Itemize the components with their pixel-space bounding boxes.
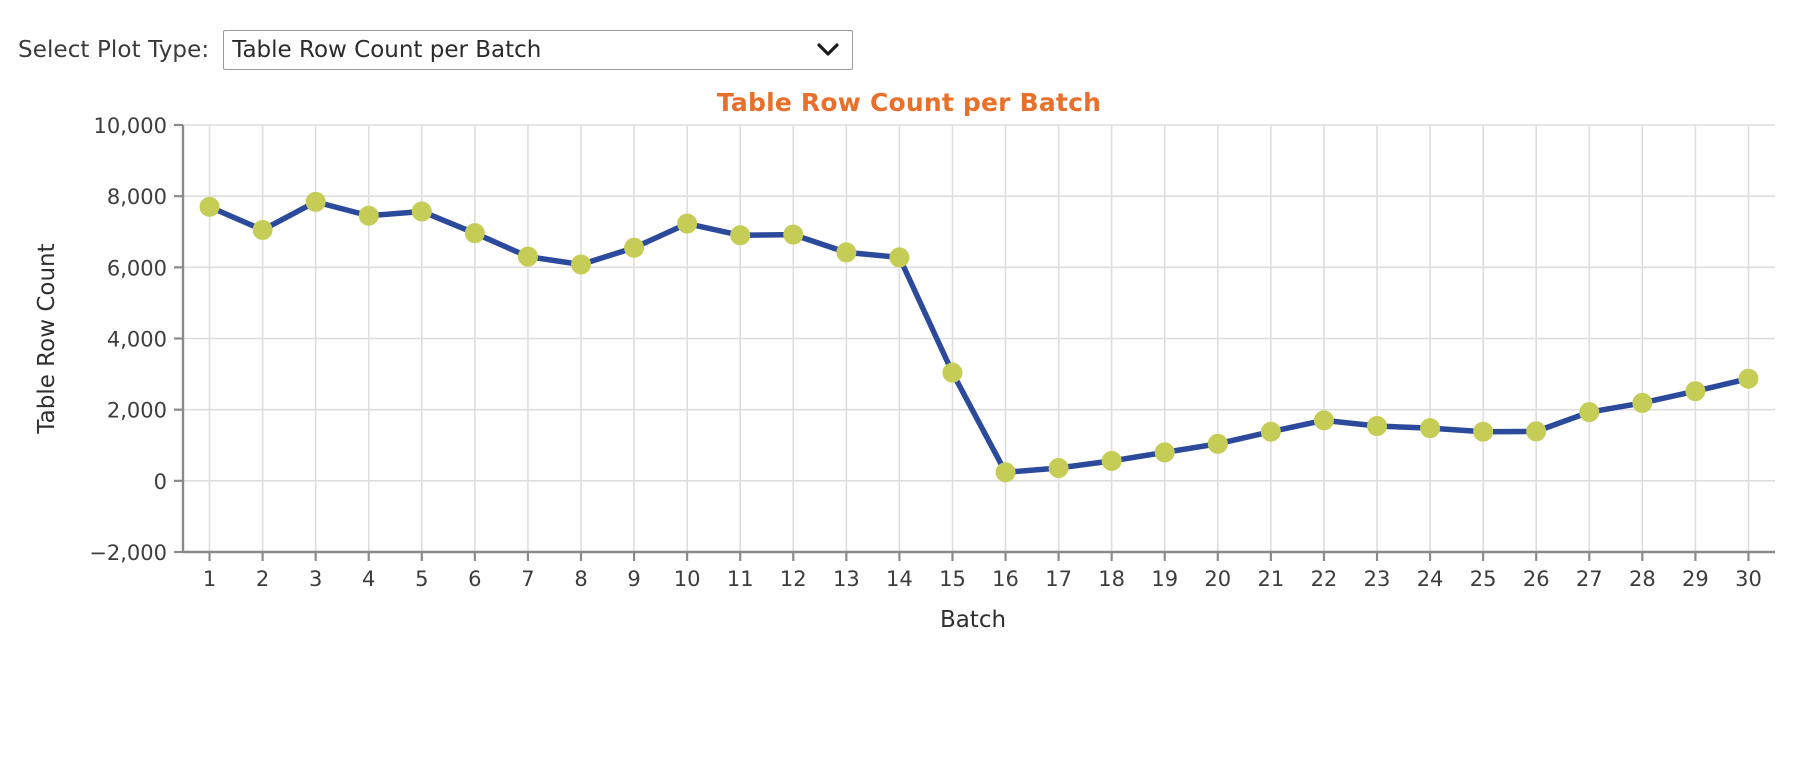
data-point-marker[interactable] bbox=[571, 254, 591, 275]
data-point-marker[interactable] bbox=[1260, 421, 1281, 442]
x-tick-label: 18 bbox=[1098, 567, 1125, 591]
x-tick-label: 1 bbox=[203, 567, 216, 591]
plot-type-select-wrapper[interactable]: Table Row Count per Batch bbox=[223, 30, 854, 70]
x-tick-label: 5 bbox=[415, 567, 428, 591]
x-tick-label: 14 bbox=[886, 567, 913, 591]
y-axis-ticks: −2,000 0 2,000 4,000 6,000 8,000 10,000 bbox=[89, 117, 183, 565]
data-point-marker[interactable] bbox=[1473, 421, 1494, 442]
x-tick-label: 13 bbox=[833, 567, 860, 591]
data-point-marker[interactable] bbox=[1367, 416, 1387, 437]
x-axis-ticks: 1 2 3 4 5 6 7 8 9 10 11 12 13 14 15 16 17 18 19 20 21 22 23 24 2… bbox=[203, 552, 1762, 591]
x-tick-label: 22 bbox=[1311, 567, 1338, 591]
x-tick-label: 2 bbox=[256, 567, 269, 591]
gridlines bbox=[183, 124, 1775, 553]
x-tick-label: 6 bbox=[468, 567, 481, 591]
chart-title: Table Row Count per Batch bbox=[716, 88, 1102, 117]
x-tick-label: 9 bbox=[627, 567, 640, 591]
x-tick-label: 3 bbox=[309, 567, 322, 591]
data-point-marker[interactable] bbox=[1579, 402, 1600, 423]
data-point-marker[interactable] bbox=[1207, 433, 1228, 454]
data-point-marker[interactable] bbox=[464, 223, 485, 244]
x-tick-label: 24 bbox=[1417, 567, 1444, 591]
data-point-marker[interactable] bbox=[199, 196, 220, 217]
plot-type-label: Select Plot Type: bbox=[18, 37, 210, 63]
x-tick-label: 19 bbox=[1151, 567, 1178, 591]
y-tick-label: −2,000 bbox=[89, 541, 167, 565]
data-point-marker[interactable] bbox=[517, 246, 538, 267]
x-tick-label: 10 bbox=[674, 567, 701, 591]
x-tick-label: 29 bbox=[1682, 567, 1709, 591]
y-tick-label: 2,000 bbox=[107, 399, 167, 423]
x-tick-label: 20 bbox=[1204, 567, 1231, 591]
data-point-marker[interactable] bbox=[1738, 368, 1759, 389]
data-point-marker[interactable] bbox=[942, 362, 963, 383]
x-tick-label: 17 bbox=[1045, 567, 1072, 591]
data-point-marker[interactable] bbox=[624, 237, 645, 258]
data-point-marker[interactable] bbox=[995, 462, 1016, 483]
x-tick-label: 8 bbox=[574, 567, 587, 591]
x-tick-label: 15 bbox=[939, 567, 966, 591]
x-tick-label: 28 bbox=[1629, 567, 1656, 591]
y-tick-label: 4,000 bbox=[107, 328, 167, 352]
x-tick-label: 25 bbox=[1470, 567, 1497, 591]
x-tick-label: 23 bbox=[1364, 567, 1391, 591]
data-point-marker[interactable] bbox=[1154, 442, 1175, 463]
series-line bbox=[206, 199, 1752, 476]
data-point-marker[interactable] bbox=[730, 225, 751, 246]
data-point-marker[interactable] bbox=[1420, 418, 1441, 439]
x-tick-label: 4 bbox=[362, 567, 375, 591]
data-point-marker[interactable] bbox=[411, 201, 432, 222]
data-point-marker[interactable] bbox=[677, 213, 698, 234]
y-tick-label: 0 bbox=[154, 470, 167, 494]
data-point-marker[interactable] bbox=[1632, 392, 1653, 413]
x-tick-label: 7 bbox=[521, 567, 534, 591]
plot-type-select[interactable]: Table Row Count per Batch bbox=[223, 30, 854, 70]
data-point-marker[interactable] bbox=[305, 191, 326, 212]
y-tick-label: 6,000 bbox=[107, 256, 167, 280]
data-point-marker[interactable] bbox=[836, 242, 857, 263]
data-point-marker[interactable] bbox=[1048, 458, 1069, 479]
x-tick-label: 11 bbox=[727, 567, 754, 591]
series-markers bbox=[199, 191, 1759, 483]
y-tick-label: 8,000 bbox=[107, 185, 167, 209]
data-point-marker[interactable] bbox=[1101, 450, 1122, 471]
plot-type-control-bar: Select Plot Type: Table Row Count per Ba… bbox=[0, 0, 1798, 72]
data-point-marker[interactable] bbox=[1526, 421, 1547, 442]
data-point-marker[interactable] bbox=[1313, 410, 1334, 431]
data-point-marker[interactable] bbox=[783, 224, 804, 245]
x-tick-label: 21 bbox=[1257, 567, 1284, 591]
x-tick-label: 26 bbox=[1523, 567, 1550, 591]
data-point-marker[interactable] bbox=[889, 247, 910, 268]
data-point-marker[interactable] bbox=[1685, 381, 1706, 402]
x-tick-label: 30 bbox=[1735, 567, 1762, 591]
x-axis-title: Batch bbox=[940, 607, 1006, 633]
x-tick-label: 27 bbox=[1576, 567, 1603, 591]
y-tick-label: 10,000 bbox=[94, 117, 167, 138]
data-point-marker[interactable] bbox=[252, 219, 273, 240]
chart-canvas: −2,00002,0004,0006,0008,00010,0001 2 3 4 5 6 7… bbox=[34, 117, 1775, 633]
x-tick-label: 16 bbox=[992, 567, 1019, 591]
line-chart: −2,000 0 2,000 4,000 6,000 8,000 10,000 1 2 3 4 5 6 7… bbox=[0, 117, 1798, 777]
y-axis-title: Table Row Count bbox=[34, 243, 60, 434]
data-point-marker[interactable] bbox=[358, 205, 379, 226]
x-tick-label: 12 bbox=[780, 567, 807, 591]
